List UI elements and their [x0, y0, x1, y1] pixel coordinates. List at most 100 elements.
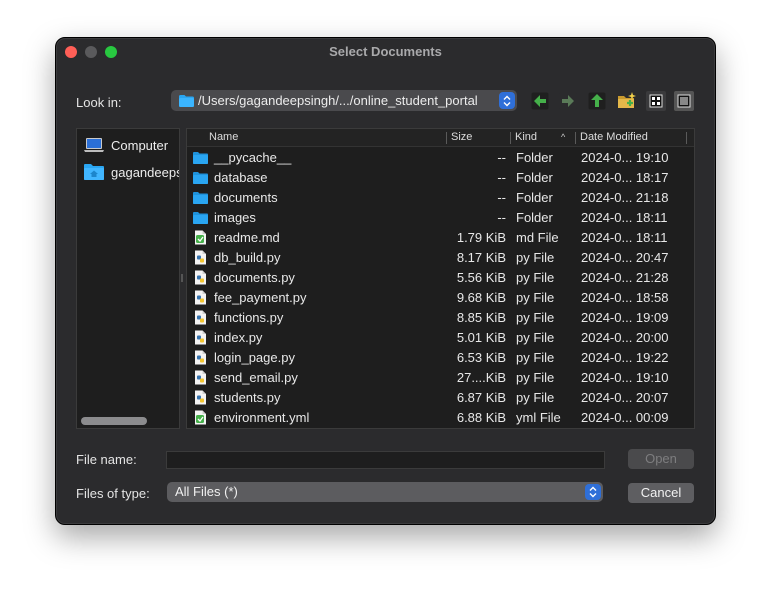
- places-sidebar[interactable]: Computer gagandeepsingh: [76, 128, 180, 429]
- chevron-updown-icon[interactable]: [499, 92, 515, 109]
- file-list-header: Name Size Kind ^ Date Modified: [187, 129, 694, 147]
- file-kind: Folder: [516, 210, 553, 225]
- new-folder-icon: [618, 92, 636, 108]
- file-name: database: [214, 170, 268, 185]
- title-bar[interactable]: Select Documents: [56, 38, 715, 66]
- file-row[interactable]: db_build.py 8.17 KiB py File 2024-0... 20:4…: [187, 248, 694, 268]
- files-of-type-select[interactable]: All Files (*): [167, 482, 603, 502]
- file-kind: Folder: [516, 190, 553, 205]
- file-row[interactable]: environment.yml 6.88 KiB yml File 2024-0...…: [187, 408, 694, 428]
- file-date-modified: 2024-0... 19:22: [581, 350, 669, 365]
- sidebar-horizontal-scrollbar[interactable]: [79, 416, 177, 426]
- file-row[interactable]: functions.py 8.85 KiB py File 2024-0... 19:…: [187, 308, 694, 328]
- folder-icon: [179, 94, 194, 107]
- file-name: environment.yml: [214, 410, 310, 425]
- column-header-size[interactable]: Size: [451, 131, 472, 143]
- file-size: 5.01 KiB: [456, 330, 506, 345]
- file-kind: py File: [516, 390, 555, 405]
- detail-view-icon: [677, 94, 691, 108]
- file-kind: py File: [516, 370, 555, 385]
- python-file-icon: [195, 390, 206, 405]
- python-file-icon: [195, 270, 206, 285]
- sort-ascending-icon: ^: [561, 132, 566, 142]
- file-name: documents.py: [214, 270, 295, 285]
- file-row[interactable]: database -- Folder 2024-0... 18:17: [187, 168, 694, 188]
- file-row[interactable]: send_email.py 27....KiB py File 2024-0... 1…: [187, 368, 694, 388]
- file-kind: py File: [516, 350, 555, 365]
- file-name: send_email.py: [214, 370, 298, 385]
- file-kind: md File: [516, 230, 559, 245]
- file-date-modified: 2024-0... 00:09: [581, 410, 669, 425]
- column-header-name[interactable]: Name: [209, 131, 238, 143]
- column-divider[interactable]: [510, 132, 511, 144]
- file-dialog-window: Select Documents Look in: /Users/gagande…: [55, 37, 716, 525]
- file-row[interactable]: students.py 6.87 KiB py File 2024-0... 20:0…: [187, 388, 694, 408]
- file-row[interactable]: images -- Folder 2024-0... 18:11: [187, 208, 694, 228]
- parent-folder-icon: [588, 92, 606, 110]
- file-date-modified: 2024-0... 19:09: [581, 310, 669, 325]
- files-of-type-value: All Files (*): [175, 484, 238, 499]
- file-date-modified: 2024-0... 18:11: [581, 230, 668, 245]
- open-button[interactable]: Open: [628, 449, 694, 469]
- file-name: fee_payment.py: [214, 290, 307, 305]
- file-date-modified: 2024-0... 21:18: [581, 190, 669, 205]
- file-row[interactable]: index.py 5.01 KiB py File 2024-0... 20:00: [187, 328, 694, 348]
- file-name-label: File name:: [76, 452, 137, 467]
- file-date-modified: 2024-0... 18:17: [581, 170, 669, 185]
- file-size: 9.68 KiB: [456, 290, 506, 305]
- home-folder-icon: [84, 164, 104, 180]
- icon-view-icon: [649, 94, 663, 108]
- icon-view-button[interactable]: [646, 91, 666, 111]
- file-list[interactable]: Name Size Kind ^ Date Modified __pycache…: [186, 128, 695, 429]
- new-folder-button[interactable]: [617, 91, 637, 111]
- detail-view-button[interactable]: [674, 91, 694, 111]
- file-date-modified: 2024-0... 20:07: [581, 390, 669, 405]
- python-file-icon: [195, 330, 206, 345]
- folder-icon: [193, 192, 208, 204]
- file-name: images: [214, 210, 256, 225]
- file-name: documents: [214, 190, 278, 205]
- panel-splitter-handle[interactable]: [181, 274, 183, 282]
- file-date-modified: 2024-0... 20:47: [581, 250, 669, 265]
- file-row[interactable]: readme.md 1.79 KiB md File 2024-0... 18:11: [187, 228, 694, 248]
- sidebar-item-home[interactable]: gagandeepsingh: [83, 163, 179, 181]
- file-kind: yml File: [516, 410, 561, 425]
- text-file-icon: [195, 410, 206, 425]
- file-name: readme.md: [214, 230, 280, 245]
- column-divider[interactable]: [575, 132, 576, 144]
- python-file-icon: [195, 370, 206, 385]
- file-row[interactable]: documents -- Folder 2024-0... 21:18: [187, 188, 694, 208]
- file-size: 6.88 KiB: [456, 410, 506, 425]
- file-date-modified: 2024-0... 20:00: [581, 330, 669, 345]
- scrollbar-thumb[interactable]: [81, 417, 147, 425]
- folder-icon: [193, 172, 208, 184]
- look-in-combo[interactable]: /Users/gagandeepsingh/.../online_student…: [171, 90, 517, 111]
- file-date-modified: 2024-0... 21:28: [581, 270, 669, 285]
- column-header-date-modified[interactable]: Date Modified: [580, 131, 648, 143]
- python-file-icon: [195, 310, 206, 325]
- file-name: __pycache__: [214, 150, 292, 165]
- text-file-icon: [195, 230, 206, 245]
- sidebar-item-computer[interactable]: Computer: [83, 136, 168, 154]
- file-date-modified: 2024-0... 19:10: [581, 150, 669, 165]
- file-size: 8.85 KiB: [456, 310, 506, 325]
- file-size: 6.87 KiB: [456, 390, 506, 405]
- file-row[interactable]: fee_payment.py 9.68 KiB py File 2024-0... 1…: [187, 288, 694, 308]
- folder-icon: [193, 212, 208, 224]
- parent-directory-button[interactable]: [587, 91, 607, 111]
- file-date-modified: 2024-0... 19:10: [581, 370, 669, 385]
- python-file-icon: [195, 350, 206, 365]
- back-button[interactable]: [530, 91, 550, 111]
- column-divider[interactable]: [446, 132, 447, 144]
- column-header-kind[interactable]: Kind: [515, 131, 537, 143]
- chevron-updown-icon[interactable]: [585, 484, 601, 500]
- file-name-input[interactable]: [166, 451, 605, 469]
- column-divider[interactable]: [686, 132, 687, 144]
- cancel-button[interactable]: Cancel: [628, 483, 694, 503]
- file-row[interactable]: documents.py 5.56 KiB py File 2024-0... 21:…: [187, 268, 694, 288]
- file-row[interactable]: login_page.py 6.53 KiB py File 2024-0... 19…: [187, 348, 694, 368]
- file-kind: Folder: [516, 150, 553, 165]
- look-in-path: /Users/gagandeepsingh/.../online_student…: [198, 93, 478, 108]
- forward-button[interactable]: [558, 91, 578, 111]
- file-row[interactable]: __pycache__ -- Folder 2024-0... 19:10: [187, 148, 694, 168]
